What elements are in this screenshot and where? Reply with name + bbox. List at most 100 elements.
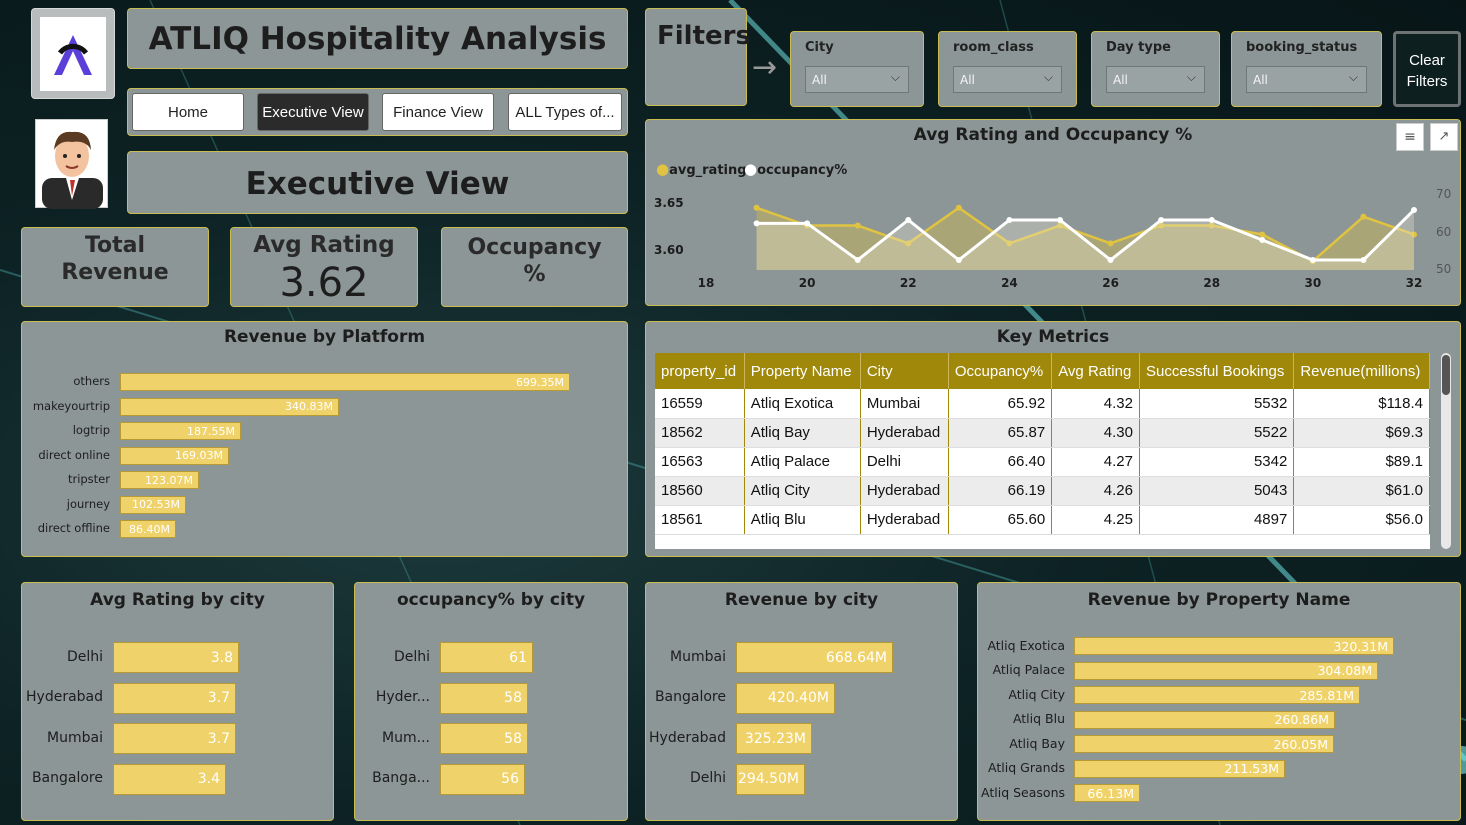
- data-point[interactable]: [1259, 237, 1266, 243]
- booking-status-filter-label: booking_status: [1246, 40, 1358, 55]
- table-column-header[interactable]: Occupancy%: [948, 353, 1053, 389]
- bar-category-label: Delhi: [689, 770, 726, 786]
- bar-value-label: 123.07M: [145, 473, 193, 487]
- data-point[interactable]: [1208, 217, 1215, 223]
- bar-category-label: Mum...: [382, 729, 430, 746]
- bar-value-label: 58: [504, 690, 522, 706]
- bar-value-label: 102.53M: [132, 498, 180, 511]
- data-point[interactable]: [1006, 217, 1013, 223]
- table-cell: Hyderabad: [860, 418, 949, 448]
- line-chart-plot: 18 20 22 24 26 28 30 32: [698, 204, 1423, 290]
- data-point[interactable]: [1107, 257, 1114, 263]
- bar-category-label: direct online: [38, 447, 110, 462]
- revenue-by-property-panel: Revenue by Property Name Atliq Exotica 32…: [977, 582, 1461, 821]
- chevron-down-icon: ⌵: [1348, 70, 1358, 84]
- title-box: ATLIQ Hospitality Analysis: [127, 8, 628, 69]
- table-cell: 16559: [655, 389, 745, 419]
- table-cell: Atliq Palace: [744, 447, 861, 477]
- bar-value-label: 56: [501, 771, 519, 787]
- avg-rating-label: Avg Rating: [253, 232, 395, 258]
- table-cell: 4.27: [1051, 447, 1140, 477]
- finance-view-button[interactable]: Finance View: [382, 93, 494, 131]
- revenue-by-city-panel: Revenue by city Mumbai 668.64M Bangalore 42…: [645, 582, 958, 821]
- bar-value-label: 260.05M: [1273, 736, 1328, 752]
- bar-category-label: direct offline: [37, 521, 110, 536]
- room-class-filter: room_class All ⌵: [938, 31, 1077, 107]
- room-class-filter-select[interactable]: All ⌵: [953, 66, 1062, 93]
- chevron-down-icon: ⌵: [1186, 70, 1196, 84]
- table-column-header[interactable]: Property Name: [744, 353, 861, 389]
- table-row[interactable]: 18560 Atliq City Hyderabad 66.19 4.26 5043 $61…: [655, 476, 1430, 506]
- table-cell: 5342: [1139, 447, 1295, 477]
- x-tick-label: 32: [1406, 276, 1423, 290]
- table-row[interactable]: 16559 Atliq Exotica Mumbai 65.92 4.32 5532 $11…: [655, 389, 1430, 419]
- data-point[interactable]: [854, 222, 861, 229]
- booking-status-filter-select[interactable]: All ⌵: [1246, 66, 1367, 93]
- table-column-header[interactable]: City: [860, 353, 949, 389]
- bar-value-label: 340.83M: [285, 400, 333, 413]
- table-cell: 66.40: [948, 447, 1053, 477]
- table-cell: Hyderabad: [860, 505, 949, 535]
- table-column-header[interactable]: Revenue(millions): [1293, 353, 1430, 389]
- home-button[interactable]: Home: [132, 93, 244, 131]
- rating-occupancy-chart-panel: Avg Rating and Occupancy % ≡ ↗ ●avg_rati…: [645, 119, 1461, 306]
- bar-category-label: Atliq Blu: [1012, 711, 1065, 727]
- data-point[interactable]: [854, 257, 861, 263]
- day-type-filter-select[interactable]: All ⌵: [1106, 66, 1205, 93]
- bar-value-label: 3.7: [207, 730, 230, 747]
- x-tick-label: 28: [1203, 276, 1220, 290]
- clear-filters-button[interactable]: Clear Filters: [1393, 31, 1461, 107]
- table-column-header[interactable]: Successful Bookings: [1139, 353, 1295, 389]
- avatar: [35, 119, 108, 209]
- table-scrollbar[interactable]: [1441, 353, 1451, 549]
- data-point[interactable]: [1309, 257, 1316, 263]
- table-cell: 5043: [1139, 476, 1295, 506]
- data-point[interactable]: [1057, 217, 1063, 223]
- chevron-down-icon: ⌵: [1043, 70, 1053, 84]
- table-row[interactable]: 16563 Atliq Palace Delhi 66.40 4.27 5342 $89.1: [655, 447, 1430, 477]
- table-cell: 18560: [655, 476, 745, 506]
- bar-value-label: 260.86M: [1274, 712, 1329, 728]
- atliq-logo-icon: [54, 35, 92, 75]
- all-types-button[interactable]: ALL Types of...: [508, 93, 622, 131]
- data-point[interactable]: [955, 204, 962, 211]
- table-cell: 65.87: [948, 418, 1053, 448]
- data-point[interactable]: [905, 217, 912, 223]
- data-point[interactable]: [955, 257, 962, 263]
- table-row[interactable]: 18561 Atliq Blu Hyderabad 65.60 4.25 4897 $56.…: [655, 505, 1430, 535]
- x-tick-label: 26: [1102, 276, 1119, 290]
- table-cell: 5522: [1139, 418, 1295, 448]
- bar-category-label: Mumbai: [670, 648, 726, 665]
- data-point[interactable]: [753, 204, 760, 211]
- bar-category-label: Hyderabad: [649, 729, 726, 746]
- data-point[interactable]: [753, 220, 760, 227]
- bar-value-label: 61: [509, 649, 527, 666]
- table-column-header[interactable]: property_id: [655, 353, 745, 389]
- bar-category-label: journey: [66, 496, 110, 511]
- logo-box: [31, 8, 115, 99]
- city-filter-select[interactable]: All ⌵: [805, 66, 909, 93]
- total-revenue-label-2: Revenue: [61, 260, 169, 285]
- room-class-filter-label: room_class: [953, 40, 1034, 55]
- data-point[interactable]: [1411, 207, 1417, 213]
- table-cell: 4897: [1139, 505, 1295, 535]
- dashboard-title: ATLIQ Hospitality Analysis: [148, 21, 607, 57]
- bar-category-label: others: [73, 374, 110, 389]
- data-point[interactable]: [1259, 231, 1266, 238]
- bar-category-label: Atliq Grands: [988, 760, 1065, 776]
- data-point[interactable]: [1360, 213, 1367, 220]
- data-point[interactable]: [1158, 217, 1165, 223]
- bar-value-label: 169.03M: [175, 449, 223, 462]
- table-cell: $118.4: [1293, 389, 1430, 419]
- data-point[interactable]: [1360, 257, 1367, 263]
- bar-value-label: 285.81M: [1299, 687, 1354, 703]
- table-cell: 4.25: [1051, 505, 1140, 535]
- executive-view-button[interactable]: Executive View: [257, 93, 369, 131]
- x-tick-label: 24: [1001, 276, 1018, 290]
- table-column-header[interactable]: Avg Rating: [1051, 353, 1140, 389]
- bar-category-label: Bangalore: [31, 770, 103, 786]
- data-point[interactable]: [804, 220, 811, 227]
- total-revenue-label: Total: [84, 233, 146, 258]
- data-point[interactable]: [1107, 240, 1114, 247]
- table-row[interactable]: 18562 Atliq Bay Hyderabad 65.87 4.30 5522 $69.…: [655, 418, 1430, 448]
